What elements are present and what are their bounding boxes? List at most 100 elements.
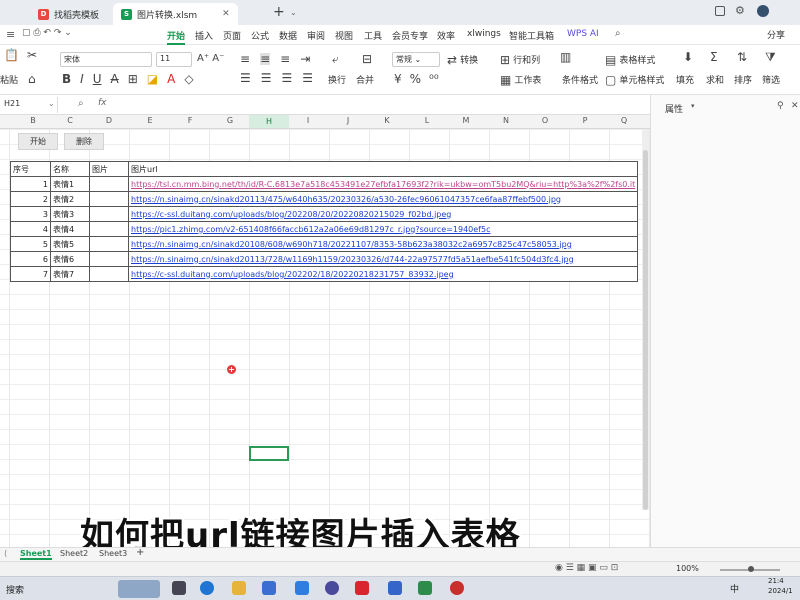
number-format-select[interactable]: 常规 ⌄ — [392, 52, 440, 67]
fill-color-icon[interactable]: ◪ — [147, 73, 158, 85]
row-url-link[interactable]: https://n.sinaimg.cn/sinakd20113/728/w11… — [127, 251, 639, 267]
row-picture[interactable] — [89, 221, 129, 237]
strike-icon[interactable]: A — [111, 73, 119, 85]
convert-button[interactable]: ⇄ 转换 — [447, 53, 478, 67]
view-mode-icons[interactable]: ◉ ☰ ▦ ▣ ▭ ⊡ — [555, 563, 618, 573]
menu-review[interactable]: 审阅 — [307, 28, 325, 43]
format-painter-icon[interactable]: ⌂ — [28, 73, 36, 85]
mail-icon[interactable] — [262, 581, 276, 595]
row-name[interactable]: 表情7 — [50, 266, 90, 282]
row-number[interactable]: 4 — [10, 221, 51, 237]
worksheet-button[interactable]: ▦ 工作表 — [500, 73, 541, 87]
store-icon[interactable] — [295, 581, 309, 595]
fill-button[interactable]: 填充 — [676, 73, 694, 86]
folder-icon[interactable] — [232, 581, 246, 595]
col-header-selected[interactable]: H — [249, 115, 289, 128]
menu-page[interactable]: 页面 — [223, 28, 241, 43]
start-button[interactable]: 开始 — [18, 133, 58, 150]
selected-cell[interactable] — [249, 446, 289, 461]
align-center-icon[interactable]: ☰ — [261, 72, 272, 84]
gear-icon[interactable]: ⚙ — [735, 4, 745, 17]
row-picture[interactable] — [89, 206, 129, 222]
align-middle-icon[interactable]: ≡ — [260, 53, 271, 65]
chevron-down-icon[interactable]: ▾ — [691, 102, 695, 110]
row-url-link[interactable]: https://c-ssl.duitang.com/uploads/blog/2… — [127, 206, 639, 222]
row-number[interactable]: 3 — [10, 206, 51, 222]
scrollbar-thumb[interactable] — [643, 150, 648, 510]
row-name[interactable]: 表情2 — [50, 191, 90, 207]
record-icon[interactable] — [450, 581, 464, 595]
tab-template[interactable]: D 找稻壳模板 — [30, 3, 107, 25]
row-name[interactable]: 表情5 — [50, 236, 90, 252]
header-cell[interactable]: 图片 — [89, 161, 129, 177]
app-icon[interactable] — [418, 581, 432, 595]
comma-icon[interactable]: ⁰⁰ — [429, 73, 439, 85]
row-name[interactable]: 表情6 — [50, 251, 90, 267]
cell-grid[interactable]: 开始 删除 序号 名称 图片 图片url 1 表情1 https://tsl.c… — [0, 129, 650, 547]
italic-icon[interactable]: I — [80, 73, 84, 85]
font-name-select[interactable]: 宋体 — [60, 52, 152, 67]
cond-format-button[interactable]: 条件格式 — [562, 73, 598, 86]
align-left-icon[interactable]: ☰ — [240, 72, 251, 84]
col-header[interactable]: N — [501, 116, 511, 125]
row-picture[interactable] — [89, 191, 129, 207]
row-url-link[interactable]: https://n.sinaimg.cn/sinakd20113/475/w64… — [127, 191, 639, 207]
font-color-icon[interactable]: A — [167, 73, 175, 85]
menu-xlwings[interactable]: xlwings — [467, 28, 501, 40]
align-bottom-icon[interactable]: ≡ — [280, 53, 290, 65]
header-cell[interactable]: 图片url — [127, 161, 639, 177]
merge-icon[interactable]: ⊟ — [362, 53, 372, 65]
row-number[interactable]: 6 — [10, 251, 51, 267]
sort-icon[interactable]: ⇅ — [737, 51, 747, 63]
delete-button[interactable]: 删除 — [64, 133, 104, 150]
sort-button[interactable]: 排序 — [734, 73, 752, 86]
col-header[interactable]: O — [540, 116, 550, 125]
justify-icon[interactable]: ☰ — [302, 72, 313, 84]
clock-date[interactable]: 2024/1 — [768, 587, 793, 595]
window-icon[interactable] — [715, 6, 725, 16]
row-picture[interactable] — [89, 266, 129, 282]
share-button[interactable]: 分享 — [767, 28, 785, 41]
menu-icon[interactable]: ≡ — [6, 28, 15, 41]
percent-icon[interactable]: % — [410, 73, 421, 85]
row-picture[interactable] — [89, 251, 129, 267]
col-header[interactable]: E — [145, 116, 155, 125]
clear-icon[interactable]: ◇ — [184, 73, 193, 85]
menu-wps-ai[interactable]: WPS AI — [567, 28, 599, 40]
taskbar-search[interactable]: 搜索 — [6, 583, 24, 596]
indent-icon[interactable]: ⇥ — [300, 53, 310, 65]
fx-icon[interactable]: fx — [98, 98, 107, 108]
chevron-down-icon[interactable]: ⌄ — [48, 99, 55, 108]
border-icon[interactable]: ⊞ — [128, 73, 138, 85]
sheet-tab-1[interactable]: Sheet1 — [20, 549, 52, 560]
taskbar-thumbnail[interactable] — [118, 580, 160, 598]
col-header[interactable]: L — [422, 116, 432, 125]
fill-icon[interactable]: ⬇ — [683, 51, 693, 63]
sheet-tab-3[interactable]: Sheet3 — [99, 549, 127, 558]
col-header[interactable]: M — [461, 116, 471, 125]
col-header[interactable]: P — [580, 116, 590, 125]
clock-time[interactable]: 21:4 — [768, 577, 784, 585]
col-header[interactable]: D — [104, 116, 114, 125]
font-grow-icon[interactable]: A⁺ A⁻ — [197, 53, 224, 65]
align-top-icon[interactable]: ≡ — [240, 53, 250, 65]
row-number[interactable]: 7 — [10, 266, 51, 282]
header-cell[interactable]: 名称 — [50, 161, 90, 177]
underline-icon[interactable]: U — [93, 73, 102, 85]
close-icon[interactable]: ✕ — [791, 101, 799, 111]
edge-icon[interactable] — [200, 581, 214, 595]
paste-button[interactable]: 粘贴 — [0, 73, 18, 86]
menu-data[interactable]: 数据 — [279, 28, 297, 43]
zoom-level[interactable]: 100% — [676, 564, 699, 573]
app-icon[interactable] — [388, 581, 402, 595]
row-name[interactable]: 表情4 — [50, 221, 90, 237]
header-cell[interactable]: 序号 — [10, 161, 51, 177]
cell-style-button[interactable]: ▢ 单元格样式 — [605, 73, 664, 87]
close-icon[interactable]: ✕ — [222, 9, 230, 19]
sum-icon[interactable]: Σ — [710, 51, 718, 63]
cond-format-icon[interactable]: ▥ — [560, 51, 571, 63]
row-number[interactable]: 2 — [10, 191, 51, 207]
sheet-tab-2[interactable]: Sheet2 — [60, 549, 88, 558]
quick-access-icons[interactable]: ▢ ⎙ ↶ ↷ ⌄ — [22, 28, 72, 38]
col-header[interactable]: G — [225, 116, 235, 125]
